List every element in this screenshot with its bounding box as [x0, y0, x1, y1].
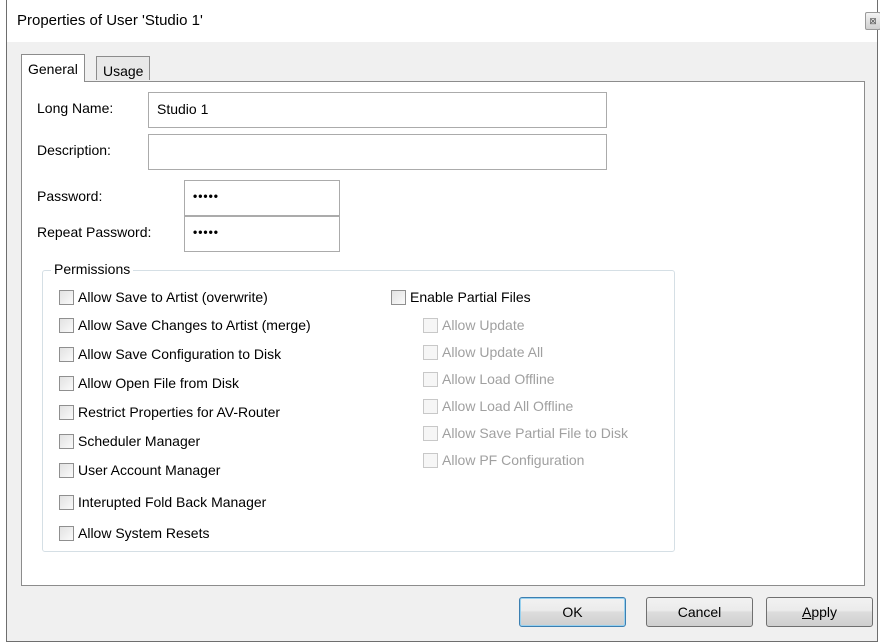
apply-label-rest: pply [811, 604, 838, 620]
permissions-group: Permissions Allow Save to Artist (overwr… [42, 261, 675, 552]
ok-button[interactable]: OK [519, 597, 626, 627]
checkbox-label: Allow Update [442, 317, 525, 333]
checkbox-label: Allow Update All [442, 344, 544, 360]
checkbox-label: Allow Load Offline [442, 371, 555, 387]
permissions-legend: Permissions [51, 261, 134, 277]
checkbox-label: Allow Load All Offline [442, 398, 574, 414]
apply-button[interactable]: Apply [766, 597, 873, 627]
checkbox-box [423, 452, 438, 468]
checkbox-box [423, 371, 438, 387]
general-tab-panel: Long Name: Studio 1 Description: Passwor… [21, 81, 865, 586]
checkbox-label: Allow Open File from Disk [78, 375, 240, 391]
checkbox-allow-load-offline: Allow Load Offline [423, 371, 555, 387]
checkbox-box[interactable] [391, 289, 406, 305]
description-label: Description: [37, 142, 111, 158]
checkbox-box[interactable] [59, 404, 74, 420]
tab-general[interactable]: General [21, 54, 85, 82]
password-label: Password: [37, 188, 103, 204]
checkbox-box [423, 425, 438, 441]
checkbox-allow-save-partial-file: Allow Save Partial File to Disk [423, 425, 628, 441]
checkbox-label: User Account Manager [78, 462, 221, 478]
checkbox-allow-pf-configuration: Allow PF Configuration [423, 452, 584, 468]
checkbox-label: Allow Save Changes to Artist (merge) [78, 317, 311, 333]
checkbox-allow-open-file[interactable]: Allow Open File from Disk [59, 375, 239, 391]
checkbox-box[interactable] [59, 525, 74, 541]
long-name-field[interactable]: Studio 1 [148, 92, 607, 128]
checkbox-interupted-fold-back-manager[interactable]: Interupted Fold Back Manager [59, 494, 266, 510]
checkbox-label: Scheduler Manager [78, 433, 201, 449]
long-name-label: Long Name: [37, 100, 114, 116]
checkbox-label: Allow PF Configuration [442, 452, 585, 468]
cancel-button[interactable]: Cancel [646, 597, 753, 627]
checkbox-allow-system-resets[interactable]: Allow System Resets [59, 525, 209, 541]
checkbox-user-account-manager[interactable]: User Account Manager [59, 462, 220, 478]
window-title: Properties of User 'Studio 1' [17, 12, 203, 29]
checkbox-box [423, 398, 438, 414]
apply-mnemonic: A [801, 604, 812, 620]
checkbox-allow-update: Allow Update [423, 317, 525, 333]
checkbox-restrict-properties-av-router[interactable]: Restrict Properties for AV-Router [59, 404, 280, 420]
checkbox-allow-save-configuration[interactable]: Allow Save Configuration to Disk [59, 346, 281, 362]
checkbox-label: Allow Save Configuration to Disk [78, 346, 282, 362]
checkbox-box[interactable] [59, 494, 74, 510]
repeat-password-label: Repeat Password: [37, 224, 152, 240]
checkbox-label: Allow Save Partial File to Disk [442, 425, 628, 441]
checkbox-label: Allow System Resets [78, 525, 210, 541]
checkbox-allow-save-to-artist[interactable]: Allow Save to Artist (overwrite) [59, 289, 268, 305]
checkbox-box[interactable] [59, 433, 74, 449]
password-field[interactable]: ••••• [184, 180, 340, 216]
checkbox-allow-update-all: Allow Update All [423, 344, 543, 360]
checkbox-box[interactable] [59, 317, 74, 333]
checkbox-allow-save-changes-to-artist[interactable]: Allow Save Changes to Artist (merge) [59, 317, 311, 333]
checkbox-box[interactable] [59, 375, 74, 391]
checkbox-box [423, 317, 438, 333]
tab-usage[interactable]: Usage [96, 56, 151, 80]
title-bar: Properties of User 'Studio 1' ⊠ [7, 0, 880, 42]
checkbox-enable-partial-files[interactable]: Enable Partial Files [391, 289, 531, 305]
checkbox-scheduler-manager[interactable]: Scheduler Manager [59, 433, 200, 449]
checkbox-label: Enable Partial Files [410, 289, 531, 305]
properties-dialog: Properties of User 'Studio 1' ⊠ General … [6, 0, 880, 642]
checkbox-box[interactable] [59, 346, 74, 362]
checkbox-allow-load-all-offline: Allow Load All Offline [423, 398, 573, 414]
checkbox-box[interactable] [59, 462, 74, 478]
checkbox-label: Restrict Properties for AV-Router [78, 404, 281, 420]
checkbox-box[interactable] [59, 289, 74, 305]
checkbox-box [423, 344, 438, 360]
close-icon[interactable]: ⊠ [865, 12, 880, 30]
description-field[interactable] [148, 134, 607, 170]
checkbox-label: Interupted Fold Back Manager [78, 494, 267, 510]
repeat-password-field[interactable]: ••••• [184, 216, 340, 252]
checkbox-label: Allow Save to Artist (overwrite) [78, 289, 268, 305]
